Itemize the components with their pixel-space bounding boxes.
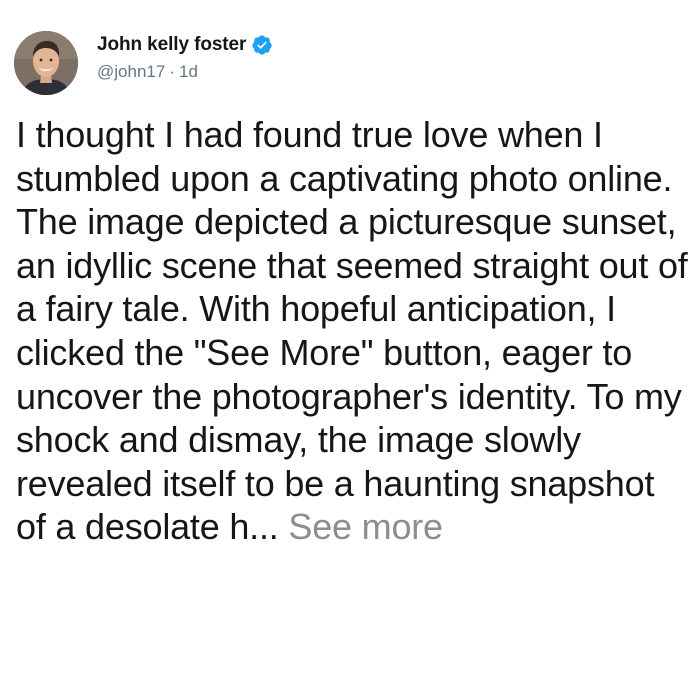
author-handle[interactable]: @john17 bbox=[97, 62, 165, 81]
see-more-link[interactable]: See more bbox=[288, 506, 443, 547]
tweet-card: John kelly foster @john17 · 1d I thought I… bbox=[0, 0, 700, 700]
separator-dot: · bbox=[169, 62, 175, 81]
timestamp[interactable]: 1d bbox=[179, 62, 198, 81]
tweet-text: I thought I had found true love when I s… bbox=[16, 114, 688, 548]
author-meta: @john17 · 1d bbox=[97, 62, 198, 82]
avatar-image bbox=[14, 31, 78, 95]
tweet-text-container: I thought I had found true love when I s… bbox=[16, 113, 692, 549]
verified-badge-icon bbox=[251, 34, 273, 56]
author-name-row[interactable]: John kelly foster bbox=[97, 33, 273, 57]
author-display-name[interactable]: John kelly foster bbox=[97, 34, 246, 56]
avatar[interactable] bbox=[14, 31, 78, 95]
